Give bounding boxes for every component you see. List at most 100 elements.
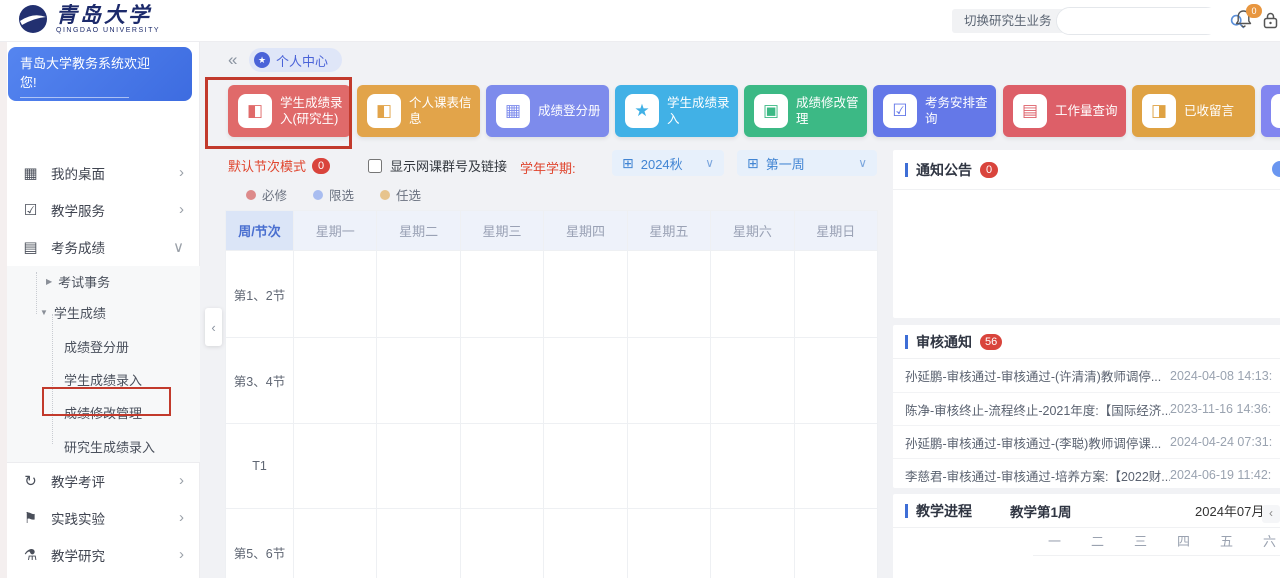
timetable-cell (544, 251, 627, 338)
notices-badge: 0 (980, 162, 998, 178)
collapse-panel-handle[interactable]: ‹ (205, 308, 222, 346)
period-label: T1 (226, 424, 294, 509)
timetable-cell (294, 424, 377, 509)
audit-notification-row[interactable]: 李慈君-审核通过-审核通过-培养方案:【2022财... 2024-06-19 … (893, 458, 1280, 491)
sidebar-item-teaching-evaluation[interactable]: ↻ 教学考评 › (0, 462, 200, 499)
switch-business-button[interactable]: 切换研究生业务 (952, 9, 1064, 33)
notices-card: 通知公告 0 (893, 150, 1280, 318)
timetable-cell (294, 509, 377, 578)
app-button-personal-timetable[interactable]: ◧ 个人课表信息 (357, 85, 480, 137)
progress-card-header: 教学进程 教学第1周 2024年07月 ‹ (893, 494, 1280, 528)
table-icon: ⊞ (747, 155, 759, 172)
day-header: 星期四 (544, 211, 627, 251)
app-button-workload-query[interactable]: ▤ 工作量查询 (1003, 85, 1126, 137)
notices-card-header: 通知公告 0 (893, 150, 1280, 190)
sidebar-item-my-desktop[interactable]: ▦ 我的桌面 › (0, 154, 200, 191)
prev-month-icon[interactable]: ‹ (1262, 505, 1280, 523)
title-bar-icon (905, 335, 908, 349)
show-online-course-checkbox[interactable] (368, 159, 382, 173)
timetable: 周/节次 星期一 星期二 星期三 星期四 星期五 星期六 星期日 第1、2节 第… (225, 210, 878, 578)
timetable-row: 第5、6节 (226, 509, 878, 578)
timetable-cell (795, 509, 878, 578)
global-search[interactable] (1056, 7, 1220, 35)
book-icon: ▤ (22, 238, 39, 256)
sidebar-item-practice-experiment[interactable]: ⚑ 实践实验 › (0, 499, 200, 536)
timetable-cell (628, 338, 711, 424)
timetable-cell (377, 251, 460, 338)
sidebar-item-graduate-score-entry[interactable]: 研究生成绩录入 (0, 430, 200, 463)
chevron-right-icon: › (179, 164, 184, 181)
timetable-cell (628, 424, 711, 509)
star-icon: ★ (254, 52, 270, 68)
book-icon: ◨ (1142, 94, 1176, 128)
term-select[interactable]: ⊞ 2024秋 ∨ (612, 150, 724, 176)
app-button-score-modify[interactable]: ▣ 成绩修改管理 (744, 85, 867, 137)
sidebar-item-teaching-research[interactable]: ⚗ 教学研究 › (0, 536, 200, 573)
day-header: 星期五 (628, 211, 711, 251)
timetable-cell (795, 424, 878, 509)
week-select[interactable]: ⊞ 第一周 ∨ (737, 150, 877, 176)
notifications-bell[interactable]: 0 (1234, 9, 1258, 33)
sidebar-item-exam-affairs[interactable]: ▶ 考试事务 (0, 266, 200, 297)
timetable-cell (377, 338, 460, 424)
more-icon[interactable] (1272, 161, 1280, 177)
timetable-cell (461, 251, 544, 338)
course-type-legend: 必修 限选 任选 (246, 185, 421, 204)
app-button-score-register[interactable]: ▦ 成绩登分册 (486, 85, 609, 137)
sidebar-item-student-score-entry[interactable]: 学生成绩录入 (0, 363, 200, 396)
sidebar-item-exam-scores[interactable]: ▤ 考务成绩 ∨ (0, 228, 200, 265)
weekday-label: 六 (1248, 528, 1280, 555)
day-header: 星期二 (377, 211, 460, 251)
timetable-row: 第1、2节 (226, 251, 878, 338)
show-online-course-checkbox-row[interactable]: 显示网课群号及链接 (368, 156, 507, 175)
sidebar-item-student-scores[interactable]: ▼ 学生成绩 (0, 297, 200, 328)
timetable-cell (711, 251, 794, 338)
audit-notification-row[interactable]: 陈净-审核终止-流程终止-2021年度:【国际经济... 2023-11-16 … (893, 392, 1280, 425)
app-button-graduate-score-entry[interactable]: ◧ 学生成绩录入(研究生) (228, 85, 351, 137)
timetable-cell (544, 338, 627, 424)
legend-required: 必修 (246, 185, 287, 204)
teaching-progress-card: 教学进程 教学第1周 2024年07月 ‹ 一 二 三 四 五 六 (893, 494, 1280, 578)
welcome-underline (20, 97, 129, 98)
timetable-cell (294, 338, 377, 424)
term-label: 学年学期: (520, 158, 576, 177)
elective-dot-icon (380, 190, 390, 200)
flag-icon: ⚑ (22, 509, 39, 527)
desktop-grid-icon: ▦ (22, 164, 39, 182)
sidebar-item-teaching-services[interactable]: ☑ 教学服务 › (0, 191, 200, 228)
timetable-row: T1 (226, 424, 878, 509)
default-period-mode[interactable]: 默认节次模式 0 (228, 156, 330, 175)
day-header: 星期一 (294, 211, 377, 251)
app-button-exam-arrangement[interactable]: ☑ 考务安排查询 (873, 85, 996, 137)
required-dot-icon (246, 190, 256, 200)
calendar-icon: ▦ (496, 94, 530, 128)
limited-dot-icon (313, 190, 323, 200)
timetable-cell (294, 251, 377, 338)
sidebar-item-teacher-development[interactable]: ⚑ 教师发展 › (0, 573, 200, 578)
app-button-received-messages[interactable]: ◨ 已收留言 (1132, 85, 1255, 137)
timetable-cell (544, 424, 627, 509)
tab-personal-center[interactable]: ★ 个人中心 (249, 48, 342, 72)
collapse-sidebar-icon[interactable]: « (228, 50, 237, 70)
university-logo: 青岛大学 QINGDAO UNIVERSITY (18, 4, 160, 34)
timetable-cell (377, 424, 460, 509)
audit-notification-row[interactable]: 孙延鹏-审核通过-审核通过-(李聪)教师调停课... 2024-04-24 07… (893, 425, 1280, 458)
welcome-text-line2: 您! (20, 74, 180, 93)
bell-badge: 0 (1246, 4, 1262, 18)
period-label: 第1、2节 (226, 251, 294, 338)
sidebar-item-score-register[interactable]: 成绩登分册 (0, 330, 200, 363)
app-button-student-score-entry[interactable]: ★ 学生成绩录入 (615, 85, 738, 137)
app-button-partial[interactable] (1261, 85, 1280, 137)
period-label: 第5、6节 (226, 509, 294, 578)
timetable-cell (461, 338, 544, 424)
search-input[interactable] (1057, 8, 1230, 34)
welcome-text-line1: 青岛大学教务系统欢迎 (20, 55, 180, 74)
clipboard-check-icon: ☑ (883, 94, 917, 128)
collapsed-triangle-icon: ▶ (46, 277, 52, 286)
timetable-row: 第3、4节 (226, 338, 878, 424)
lock-button[interactable] (1262, 11, 1279, 32)
timetable-cell (711, 424, 794, 509)
audit-notification-row[interactable]: 孙延鹏-审核通过-审核通过-(许清清)教师调停... 2024-04-08 14… (893, 359, 1280, 392)
table-icon: ⊞ (622, 155, 634, 172)
sidebar-item-score-modify[interactable]: 成绩修改管理 (0, 396, 200, 429)
